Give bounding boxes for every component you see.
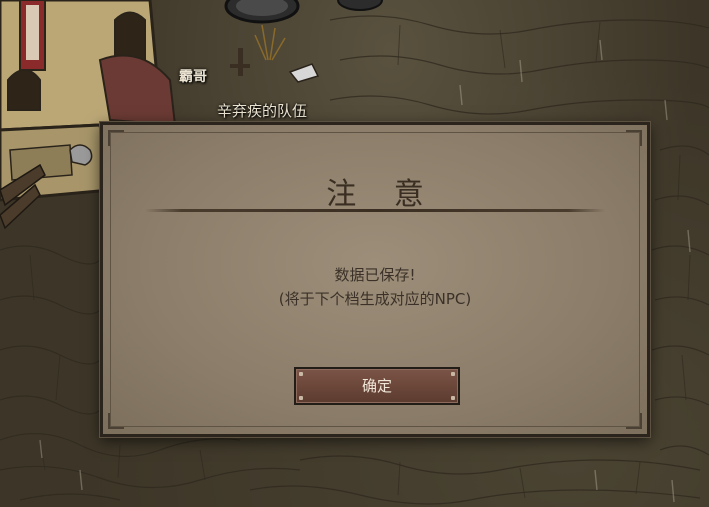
notice-dialog: 注 意 数据已保存! (将于下个档生成对应的NPC) 确定 — [100, 122, 650, 437]
button-rivet — [451, 372, 455, 376]
message-line-saved: 数据已保存! — [334, 266, 416, 284]
npc-name-label: 霸哥 — [179, 69, 207, 85]
dialog-message: 数据已保存! (将于下个档生成对应的NPC) — [103, 263, 647, 311]
button-rivet — [299, 396, 303, 400]
frame-corner-ornament — [108, 413, 124, 429]
frame-corner-ornament — [108, 130, 124, 146]
button-rivet — [299, 372, 303, 376]
title-divider — [145, 209, 605, 212]
message-line-note: (将于下个档生成对应的NPC) — [278, 290, 472, 308]
dialog-title: 注 意 — [326, 177, 438, 212]
frame-corner-ornament — [626, 130, 642, 146]
button-rivet — [451, 396, 455, 400]
confirm-button-label: 确定 — [361, 377, 392, 395]
frame-corner-ornament — [626, 413, 642, 429]
team-name-label: 辛弃疾的队伍 — [217, 102, 308, 120]
confirm-button[interactable]: 确定 — [294, 367, 460, 405]
